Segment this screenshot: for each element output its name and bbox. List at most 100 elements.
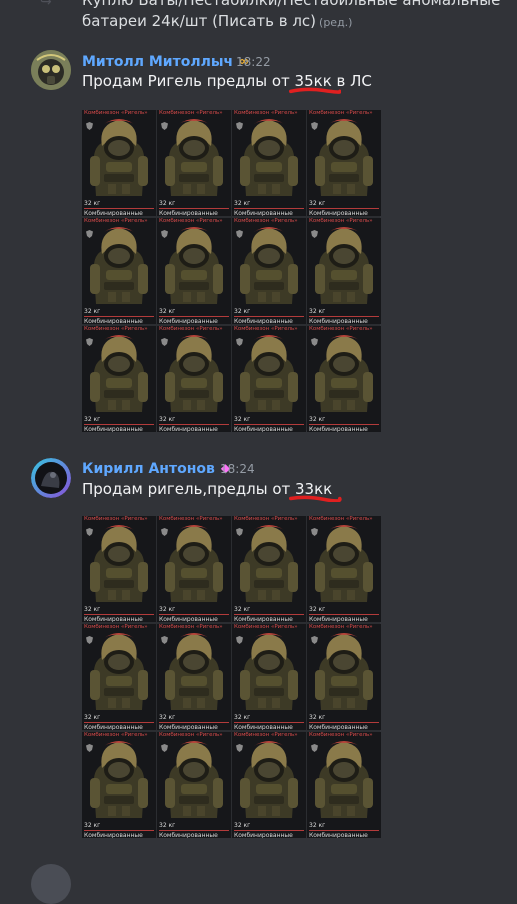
red-scribble-mark: [288, 87, 342, 94]
suit-image-tile[interactable]: Комбинезон «Ригель» 32 кг Комбинированны…: [82, 326, 156, 432]
suit-image-tile[interactable]: Комбинезон «Ригель» 32 кг Комбинированны…: [157, 110, 231, 216]
suit-image: [238, 224, 300, 308]
author-name[interactable]: Митолл Митоллыч ∞: [82, 54, 249, 70]
shield-icon: [161, 122, 168, 130]
divider: [309, 614, 379, 615]
tile-category: Комбинированные: [234, 210, 293, 216]
suit-image-tile[interactable]: Комбинезон «Ригель» 32 кг Комбинированны…: [157, 732, 231, 838]
suit-image-tile[interactable]: Комбинезон «Ригель» 32 кг Комбинированны…: [307, 732, 381, 838]
divider: [84, 614, 154, 615]
tile-weight: 32 кг: [84, 714, 101, 721]
suit-image: [238, 630, 300, 714]
tile-weight: 32 кг: [309, 200, 326, 207]
tile-category: Комбинированные: [309, 318, 368, 324]
divider: [84, 830, 154, 831]
divider: [84, 208, 154, 209]
divider: [234, 722, 304, 723]
tile-weight: 32 кг: [84, 606, 101, 613]
suit-image: [313, 116, 375, 200]
tile-category: Комбинированные: [159, 724, 218, 730]
suit-image: [88, 522, 150, 606]
suit-image: [163, 738, 225, 822]
shield-icon: [86, 122, 93, 130]
tile-weight: 32 кг: [234, 714, 251, 721]
message-text: Продам Ригель предлы от 35кк в ЛС: [82, 72, 372, 94]
image-attachment[interactable]: Комбинезон «Ригель» 32 кг Комбинированны…: [82, 516, 381, 838]
tile-weight: 32 кг: [84, 200, 101, 207]
shield-icon: [161, 338, 168, 346]
tile-category: Комбинированные: [84, 318, 143, 324]
tile-weight: 32 кг: [309, 416, 326, 423]
divider: [234, 830, 304, 831]
suit-image-tile[interactable]: Комбинезон «Ригель» 32 кг Комбинированны…: [82, 624, 156, 730]
tile-weight: 32 кг: [159, 200, 176, 207]
suit-image-tile[interactable]: Комбинезон «Ригель» 32 кг Комбинированны…: [82, 732, 156, 838]
suit-image-tile[interactable]: Комбинезон «Ригель» 32 кг Комбинированны…: [232, 326, 306, 432]
divider: [309, 316, 379, 317]
tile-category: Комбинированные: [234, 832, 293, 838]
tile-category: Комбинированные: [84, 616, 143, 622]
red-scribble-mark: [289, 495, 342, 502]
suit-image-tile[interactable]: Комбинезон «Ригель» 32 кг Комбинированны…: [82, 110, 156, 216]
tile-category: Комбинированные: [159, 832, 218, 838]
suit-image-tile[interactable]: Комбинезон «Ригель» 32 кг Комбинированны…: [232, 110, 306, 216]
suit-image-tile[interactable]: Комбинезон «Ригель» 32 кг Комбинированны…: [232, 624, 306, 730]
avatar[interactable]: [31, 864, 71, 904]
shield-icon: [86, 744, 93, 752]
suit-image: [313, 738, 375, 822]
suit-image-tile[interactable]: Комбинезон «Ригель» 32 кг Комбинированны…: [157, 218, 231, 324]
suit-image-tile[interactable]: Комбинезон «Ригель» 32 кг Комбинированны…: [232, 218, 306, 324]
shield-icon: [236, 230, 243, 238]
suit-image-tile[interactable]: Комбинезон «Ригель» 32 кг Комбинированны…: [307, 624, 381, 730]
suit-image: [163, 116, 225, 200]
tile-category: Комбинированные: [234, 724, 293, 730]
shield-icon: [311, 230, 318, 238]
suit-image-tile[interactable]: Комбинезон «Ригель» 32 кг Комбинированны…: [307, 326, 381, 432]
shield-icon: [311, 122, 318, 130]
tile-category: Комбинированные: [84, 832, 143, 838]
tile-category: Комбинированные: [159, 210, 218, 216]
shield-icon: [86, 338, 93, 346]
suit-image-tile[interactable]: Комбинезон «Ригель» 32 кг Комбинированны…: [307, 110, 381, 216]
tile-weight: 32 кг: [234, 200, 251, 207]
tile-category: Комбинированные: [234, 426, 293, 432]
tile-weight: 32 кг: [234, 416, 251, 423]
tile-weight: 32 кг: [159, 714, 176, 721]
shield-icon: [161, 636, 168, 644]
tile-category: Комбинированные: [159, 426, 218, 432]
avatar[interactable]: [31, 458, 71, 498]
timestamp: 18:24: [220, 462, 255, 476]
suit-image-tile[interactable]: Комбинезон «Ригель» 32 кг Комбинированны…: [157, 326, 231, 432]
gasmask-avatar-icon: [31, 50, 71, 90]
tile-weight: 32 кг: [84, 822, 101, 829]
tile-weight: 32 кг: [84, 308, 101, 315]
suit-image-tile[interactable]: Комбинезон «Ригель» 32 кг Комбинированны…: [157, 516, 231, 622]
avatar[interactable]: [31, 50, 71, 90]
divider: [84, 316, 154, 317]
divider: [159, 316, 229, 317]
edited-label: (ред.): [319, 16, 353, 29]
suit-image: [88, 630, 150, 714]
suit-image-tile[interactable]: Комбинезон «Ригель» 32 кг Комбинированны…: [307, 516, 381, 622]
shield-icon: [161, 528, 168, 536]
tile-weight: 32 кг: [309, 822, 326, 829]
suit-image-tile[interactable]: Комбинезон «Ригель» 32 кг Комбинированны…: [232, 516, 306, 622]
author-name[interactable]: Кирилл Антонов ◆: [82, 461, 230, 477]
suit-image-tile[interactable]: Комбинезон «Ригель» 32 кг Комбинированны…: [307, 218, 381, 324]
suit-image-tile[interactable]: Комбинезон «Ригель» 32 кг Комбинированны…: [157, 624, 231, 730]
suit-image: [313, 522, 375, 606]
divider: [159, 830, 229, 831]
suit-image: [163, 522, 225, 606]
divider: [309, 830, 379, 831]
divider: [234, 614, 304, 615]
shield-icon: [86, 230, 93, 238]
suit-image-tile[interactable]: Комбинезон «Ригель» 32 кг Комбинированны…: [82, 218, 156, 324]
tile-weight: 32 кг: [84, 416, 101, 423]
divider: [84, 424, 154, 425]
divider: [159, 722, 229, 723]
image-attachment[interactable]: Комбинезон «Ригель» 32 кг Комбинированны…: [82, 110, 381, 432]
suit-image-tile[interactable]: Комбинезон «Ригель» 32 кг Комбинированны…: [82, 516, 156, 622]
suit-image-tile[interactable]: Комбинезон «Ригель» 32 кг Комбинированны…: [232, 732, 306, 838]
shield-icon: [311, 528, 318, 536]
tile-weight: 32 кг: [309, 714, 326, 721]
